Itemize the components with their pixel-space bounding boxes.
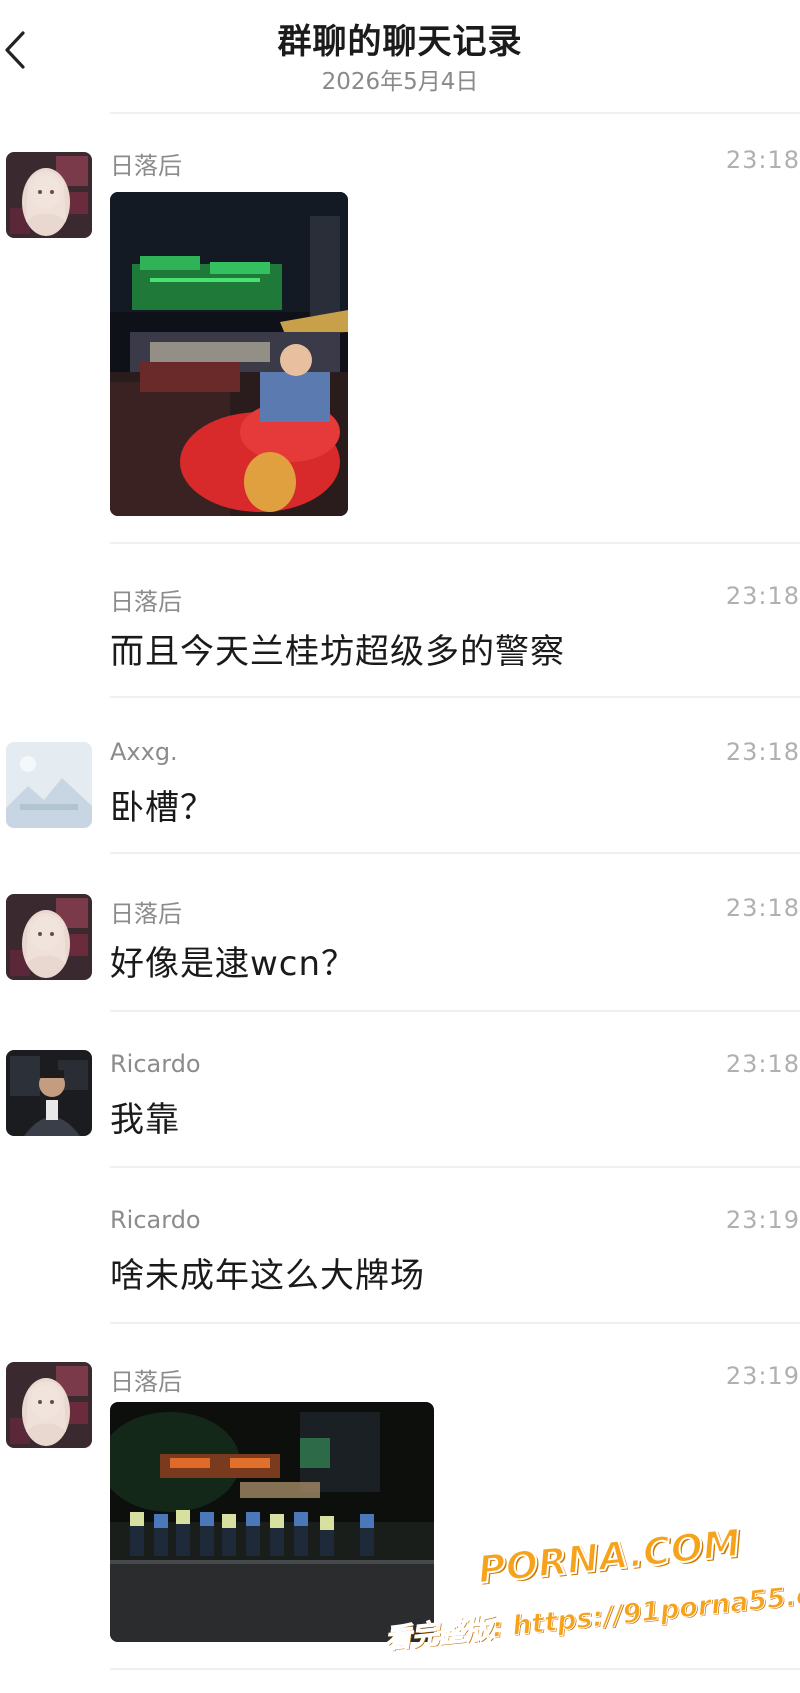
message-text: 而且今天兰桂坊超级多的警察 [110,632,565,672]
man-photo-avatar-icon [6,1050,92,1136]
message-time: 23:18 [725,146,800,174]
message-text: 好像是逮wcn？ [110,944,357,984]
message-image[interactable] [110,192,348,516]
divider [110,542,800,544]
avatar[interactable] [6,894,92,980]
landscape-avatar-icon [6,742,92,828]
message-time: 23:19 [725,1206,800,1234]
header: 群聊的聊天记录 2026年5月4日 [0,0,800,110]
divider [110,1010,800,1012]
sender-name: Axxg. [110,738,178,766]
avatar[interactable] [6,1362,92,1448]
message-item: 日落后 23:18 好像是逮wcn？ [0,894,800,1004]
night-street-photo-icon [110,192,348,516]
message-item: Ricardo 23:18 我靠 [0,1050,800,1160]
message-time: 23:18 [725,894,800,922]
message-item: 日落后 23:18 而且今天兰桂坊超级多的警察 [0,582,800,690]
avatar[interactable] [6,1050,92,1136]
anime-girl-avatar-icon [6,894,92,980]
anime-girl-avatar-icon [6,1362,92,1448]
sender-name: Ricardo [110,1050,201,1078]
message-text: 我靠 [110,1100,180,1140]
divider [110,112,800,114]
sender-name: 日落后 [110,152,182,180]
chat-history-page: 群聊的聊天记录 2026年5月4日 日落后 23:18 日落后 23:18 而且… [0,0,800,1693]
message-item: Axxg. 23:18 卧槽？ [0,738,800,848]
page-title: 群聊的聊天记录 [277,22,523,62]
message-time: 23:19 [725,1362,800,1390]
sender-name: 日落后 [110,900,182,928]
sender-name: Ricardo [110,1206,201,1234]
avatar[interactable] [6,152,92,238]
sender-name: 日落后 [110,588,182,616]
divider [110,696,800,698]
sender-name: 日落后 [110,1368,182,1396]
avatar[interactable] [6,742,92,828]
chat-date: 2026年5月4日 [321,69,479,95]
police-crowd-photo-icon [110,1402,434,1642]
anime-girl-avatar-icon [6,152,92,238]
message-image[interactable] [110,1402,434,1642]
message-text: 卧槽？ [110,788,215,828]
message-item: 日落后 23:18 [0,140,800,530]
message-time: 23:18 [725,738,800,766]
message-text: 啥未成年这么大牌场 [110,1256,425,1296]
divider [110,1166,800,1168]
divider [110,1322,800,1324]
message-item: Ricardo 23:19 啥未成年这么大牌场 [0,1206,800,1316]
message-time: 23:18 [725,1050,800,1078]
divider [110,852,800,854]
divider [110,1668,800,1670]
message-time: 23:18 [725,582,800,610]
